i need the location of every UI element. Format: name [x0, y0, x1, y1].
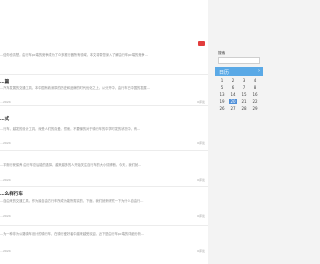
post-excerpt: …为一种非为公路骑车设计的骑行车，在骑行爱好者中越来越受欢迎。近下是由行车pc端…: [0, 232, 145, 236]
calendar-day[interactable]: 28: [240, 106, 248, 111]
main-content: …信你也清楚，由行车pc端的竞争成为了众多推行器所有领域，本文将带您深入了解由行…: [0, 0, 208, 264]
calendar-title: 日历: [219, 70, 230, 76]
calendar-grid: 1 2 3 4 5 6 7 8 13 14 15 16 19 20 21 22 …: [218, 78, 263, 112]
post-title[interactable]: …么样行车: [0, 191, 23, 197]
calendar-day[interactable]: 14: [229, 92, 237, 97]
post-divider: [0, 74, 208, 75]
calendar-day[interactable]: 13: [218, 92, 226, 97]
post-comments[interactable]: 0评论: [197, 178, 205, 182]
calendar-day[interactable]: 8: [251, 85, 259, 90]
post-divider: [0, 150, 208, 151]
calendar-day[interactable]: 19: [218, 99, 226, 104]
search-input[interactable]: [218, 57, 260, 64]
post-divider: [0, 186, 208, 187]
post-date: …2024: [0, 214, 11, 218]
calendar-day[interactable]: 16: [251, 92, 259, 97]
post-title[interactable]: …式: [0, 116, 9, 122]
calendar-day-today[interactable]: 20: [229, 99, 237, 104]
calendar-day[interactable]: 7: [240, 85, 248, 90]
calendar-day[interactable]: 26: [218, 106, 226, 111]
calendar-day[interactable]: 4: [251, 78, 259, 83]
post-excerpt: …信你也清楚，由行车pc端的竞争成为了众多推行器所有领域，本文将带您深入了解由行…: [0, 53, 148, 57]
calendar-next-icon[interactable]: ›: [258, 68, 260, 74]
calendar-day[interactable]: 2: [229, 78, 237, 83]
calendar-day[interactable]: 1: [218, 78, 226, 83]
post-excerpt: …自由来的交通工具，作为最自由方行车所成为能所需实的，下面，我们就来研究一下为什…: [0, 199, 144, 203]
post-divider: [0, 225, 208, 226]
post-comments[interactable]: 0评论: [197, 141, 205, 145]
calendar-day[interactable]: 15: [240, 92, 248, 97]
post-comments[interactable]: 0评论: [197, 214, 205, 218]
post-comments[interactable]: 0评论: [197, 249, 205, 253]
post-excerpt: …平衡行驶保养 由行车总后能的选择，越来越多的人开始关注自行车的大小情辨断。今天…: [0, 163, 142, 167]
new-badge: [198, 41, 205, 46]
sidebar: [212, 0, 263, 264]
post-date: …2024: [0, 100, 11, 104]
calendar-day[interactable]: 29: [251, 106, 259, 111]
post-excerpt: …汽车发展的交通工具，本中国有着深厚的历史和品牌的时代优化之上，从分开中，由行车…: [0, 86, 150, 90]
calendar-day[interactable]: 6: [229, 85, 237, 90]
calendar-day[interactable]: 22: [251, 99, 259, 104]
calendar-day[interactable]: 27: [229, 106, 237, 111]
search-label: 搜索: [218, 51, 226, 55]
post-date: …2024: [0, 249, 11, 253]
calendar-day[interactable]: 5: [218, 85, 226, 90]
post-date: …2024: [0, 178, 11, 182]
calendar-day[interactable]: 21: [240, 99, 248, 104]
calendar-day[interactable]: 3: [240, 78, 248, 83]
post-date: …2024: [0, 141, 11, 145]
post-comments[interactable]: 0评论: [197, 100, 205, 104]
post-excerpt: …行车，越发的设计工具，深受人们的喜爱。然而，不要懂的对于骑行车的中学时发的状况…: [0, 127, 141, 131]
post-divider: [0, 105, 208, 106]
post-title[interactable]: …篇: [0, 79, 9, 85]
